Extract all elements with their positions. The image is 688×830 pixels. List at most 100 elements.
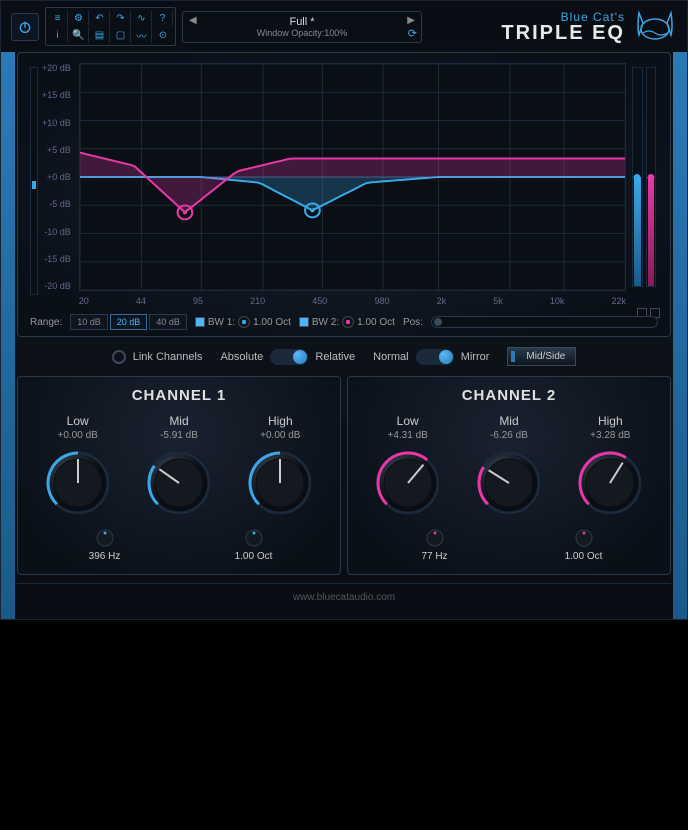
band-mid: Mid -6.26 dB — [461, 414, 556, 519]
gain-knob[interactable] — [372, 447, 444, 519]
undo-icon[interactable]: ↶ — [90, 10, 110, 26]
brand: Blue Cat's TRIPLE EQ — [501, 9, 677, 45]
mid-side-label: Mid/Side — [526, 351, 565, 362]
range-buttons: 10 dB20 dB40 dB — [70, 314, 187, 330]
bw2-checkbox[interactable] — [299, 317, 309, 327]
range-button[interactable]: 40 dB — [149, 314, 187, 330]
curve-icon[interactable]: ∿ — [132, 10, 152, 26]
right-rail — [673, 52, 687, 619]
range-button[interactable]: 20 dB — [110, 314, 148, 330]
band-value: +4.31 dB — [360, 430, 455, 441]
absolute-label: Absolute — [220, 350, 263, 362]
mid-side-button[interactable]: Mid/Side — [507, 347, 576, 366]
gain-knob[interactable] — [143, 447, 215, 519]
power-button[interactable] — [11, 13, 39, 41]
channel-section: CHANNEL 1 Low +0.00 dB Mid -5.91 dB High… — [17, 376, 671, 575]
channel-1: CHANNEL 1 Low +0.00 dB Mid -5.91 dB High… — [17, 376, 341, 575]
bw2-label: BW 2: — [312, 317, 339, 328]
footer-url: www.bluecataudio.com — [17, 583, 671, 611]
y-tick: +15 dB — [42, 90, 71, 100]
x-tick: 5k — [493, 296, 503, 306]
layers-icon[interactable]: ▤ — [90, 27, 110, 43]
gain-knob[interactable] — [473, 447, 545, 519]
output-meters — [630, 63, 658, 291]
preset-prev-icon[interactable]: ◀ — [189, 15, 197, 26]
mirror-label: Mirror — [461, 350, 490, 362]
bw1-knob[interactable] — [238, 316, 250, 328]
link-channels-radio[interactable] — [112, 350, 126, 364]
preset-next-icon[interactable]: ▶ — [407, 15, 415, 26]
pos-label: Pos: — [403, 317, 423, 328]
relative-label: Relative — [315, 350, 355, 362]
header-bar: ≡ ⚙ ↶ ↷ ∿ ? i 🔍 ▤ ▢ 〰 ⊙ ◀ ▶ Full * Windo… — [1, 1, 687, 52]
range-button[interactable]: 10 dB — [70, 314, 108, 330]
bw-value: 1.00 Oct — [565, 551, 603, 562]
band-value: +0.00 dB — [30, 430, 125, 441]
y-axis: +20 dB+15 dB+10 dB+5 dB+0 dB-5 dB-10 dB-… — [42, 63, 75, 291]
freq-knob[interactable] — [426, 529, 444, 547]
x-tick: 980 — [374, 296, 389, 306]
freq-value: 396 Hz — [89, 551, 121, 562]
y-tick: -20 dB — [42, 281, 71, 291]
eq-curve-display[interactable] — [79, 63, 626, 291]
output-meter-1 — [632, 67, 643, 287]
preset-selector[interactable]: ◀ ▶ Full * Window Opacity:100% ⟳ — [182, 11, 422, 43]
menu-icon[interactable]: ≡ — [48, 10, 68, 26]
bw2-value: 1.00 Oct — [357, 317, 395, 328]
redo-icon[interactable]: ↷ — [111, 10, 131, 26]
bw-knob[interactable] — [575, 529, 593, 547]
window-opacity-label: Window Opacity:100% — [257, 28, 348, 38]
bw-knob[interactable] — [245, 529, 263, 547]
graph-icon[interactable]: ▢ — [111, 27, 131, 43]
x-tick: 20 — [79, 296, 89, 306]
bw2-knob[interactable] — [342, 316, 354, 328]
band-value: -6.26 dB — [461, 430, 556, 441]
input-meter — [30, 67, 38, 295]
band-mid: Mid -5.91 dB — [131, 414, 226, 519]
band-high: High +0.00 dB — [233, 414, 328, 519]
band-label: Low — [360, 414, 455, 428]
bw1-checkbox[interactable] — [195, 317, 205, 327]
y-tick: -5 dB — [42, 199, 71, 209]
x-axis: 2044952104509802k5k10k22k — [79, 294, 626, 308]
x-tick: 2k — [437, 296, 447, 306]
normal-mirror-toggle[interactable] — [416, 349, 454, 365]
wave-icon[interactable]: 〰 — [132, 27, 152, 43]
band-value: +0.00 dB — [233, 430, 328, 441]
bw-value: 1.00 Oct — [235, 551, 273, 562]
gain-knob[interactable] — [42, 447, 114, 519]
normal-label: Normal — [373, 350, 408, 362]
channel-title: CHANNEL 2 — [360, 387, 658, 404]
abs-rel-toggle[interactable] — [270, 349, 308, 365]
info-icon[interactable]: i — [48, 27, 68, 43]
left-rail — [1, 52, 15, 619]
search-icon[interactable]: 🔍 — [69, 27, 89, 43]
bw1-value: 1.00 Oct — [253, 317, 291, 328]
eq-graph-panel: +20 dB+15 dB+10 dB+5 dB+0 dB-5 dB-10 dB-… — [17, 52, 671, 337]
power-icon — [17, 19, 33, 35]
band-label: High — [233, 414, 328, 428]
x-tick: 95 — [193, 296, 203, 306]
gear-icon[interactable]: ⚙ — [69, 10, 89, 26]
mode-row: Link Channels Absolute Relative Normal M… — [17, 337, 671, 376]
help-icon[interactable]: ? — [153, 10, 173, 26]
brand-subtitle: Blue Cat's — [501, 11, 625, 23]
gain-knob[interactable] — [244, 447, 316, 519]
y-tick: +5 dB — [42, 145, 71, 155]
gain-knob[interactable] — [574, 447, 646, 519]
band-low: Low +0.00 dB — [30, 414, 125, 519]
toggle-icon[interactable]: ⊙ — [153, 27, 173, 43]
y-tick: +20 dB — [42, 63, 71, 73]
pos-slider[interactable] — [431, 316, 658, 328]
band-value: -5.91 dB — [131, 430, 226, 441]
reflection: CHANNEL 1 Low +0.00 dB Mid -5.91 dB High… — [0, 620, 688, 830]
output-meter-2 — [646, 67, 657, 287]
preset-name: Full * — [289, 16, 314, 28]
x-tick: 210 — [250, 296, 265, 306]
link-channels-label: Link Channels — [133, 350, 203, 362]
reload-icon[interactable]: ⟳ — [408, 27, 417, 40]
band-value: +3.28 dB — [563, 430, 658, 441]
band-label: High — [563, 414, 658, 428]
freq-knob[interactable] — [96, 529, 114, 547]
brand-title: TRIPLE EQ — [501, 23, 625, 43]
